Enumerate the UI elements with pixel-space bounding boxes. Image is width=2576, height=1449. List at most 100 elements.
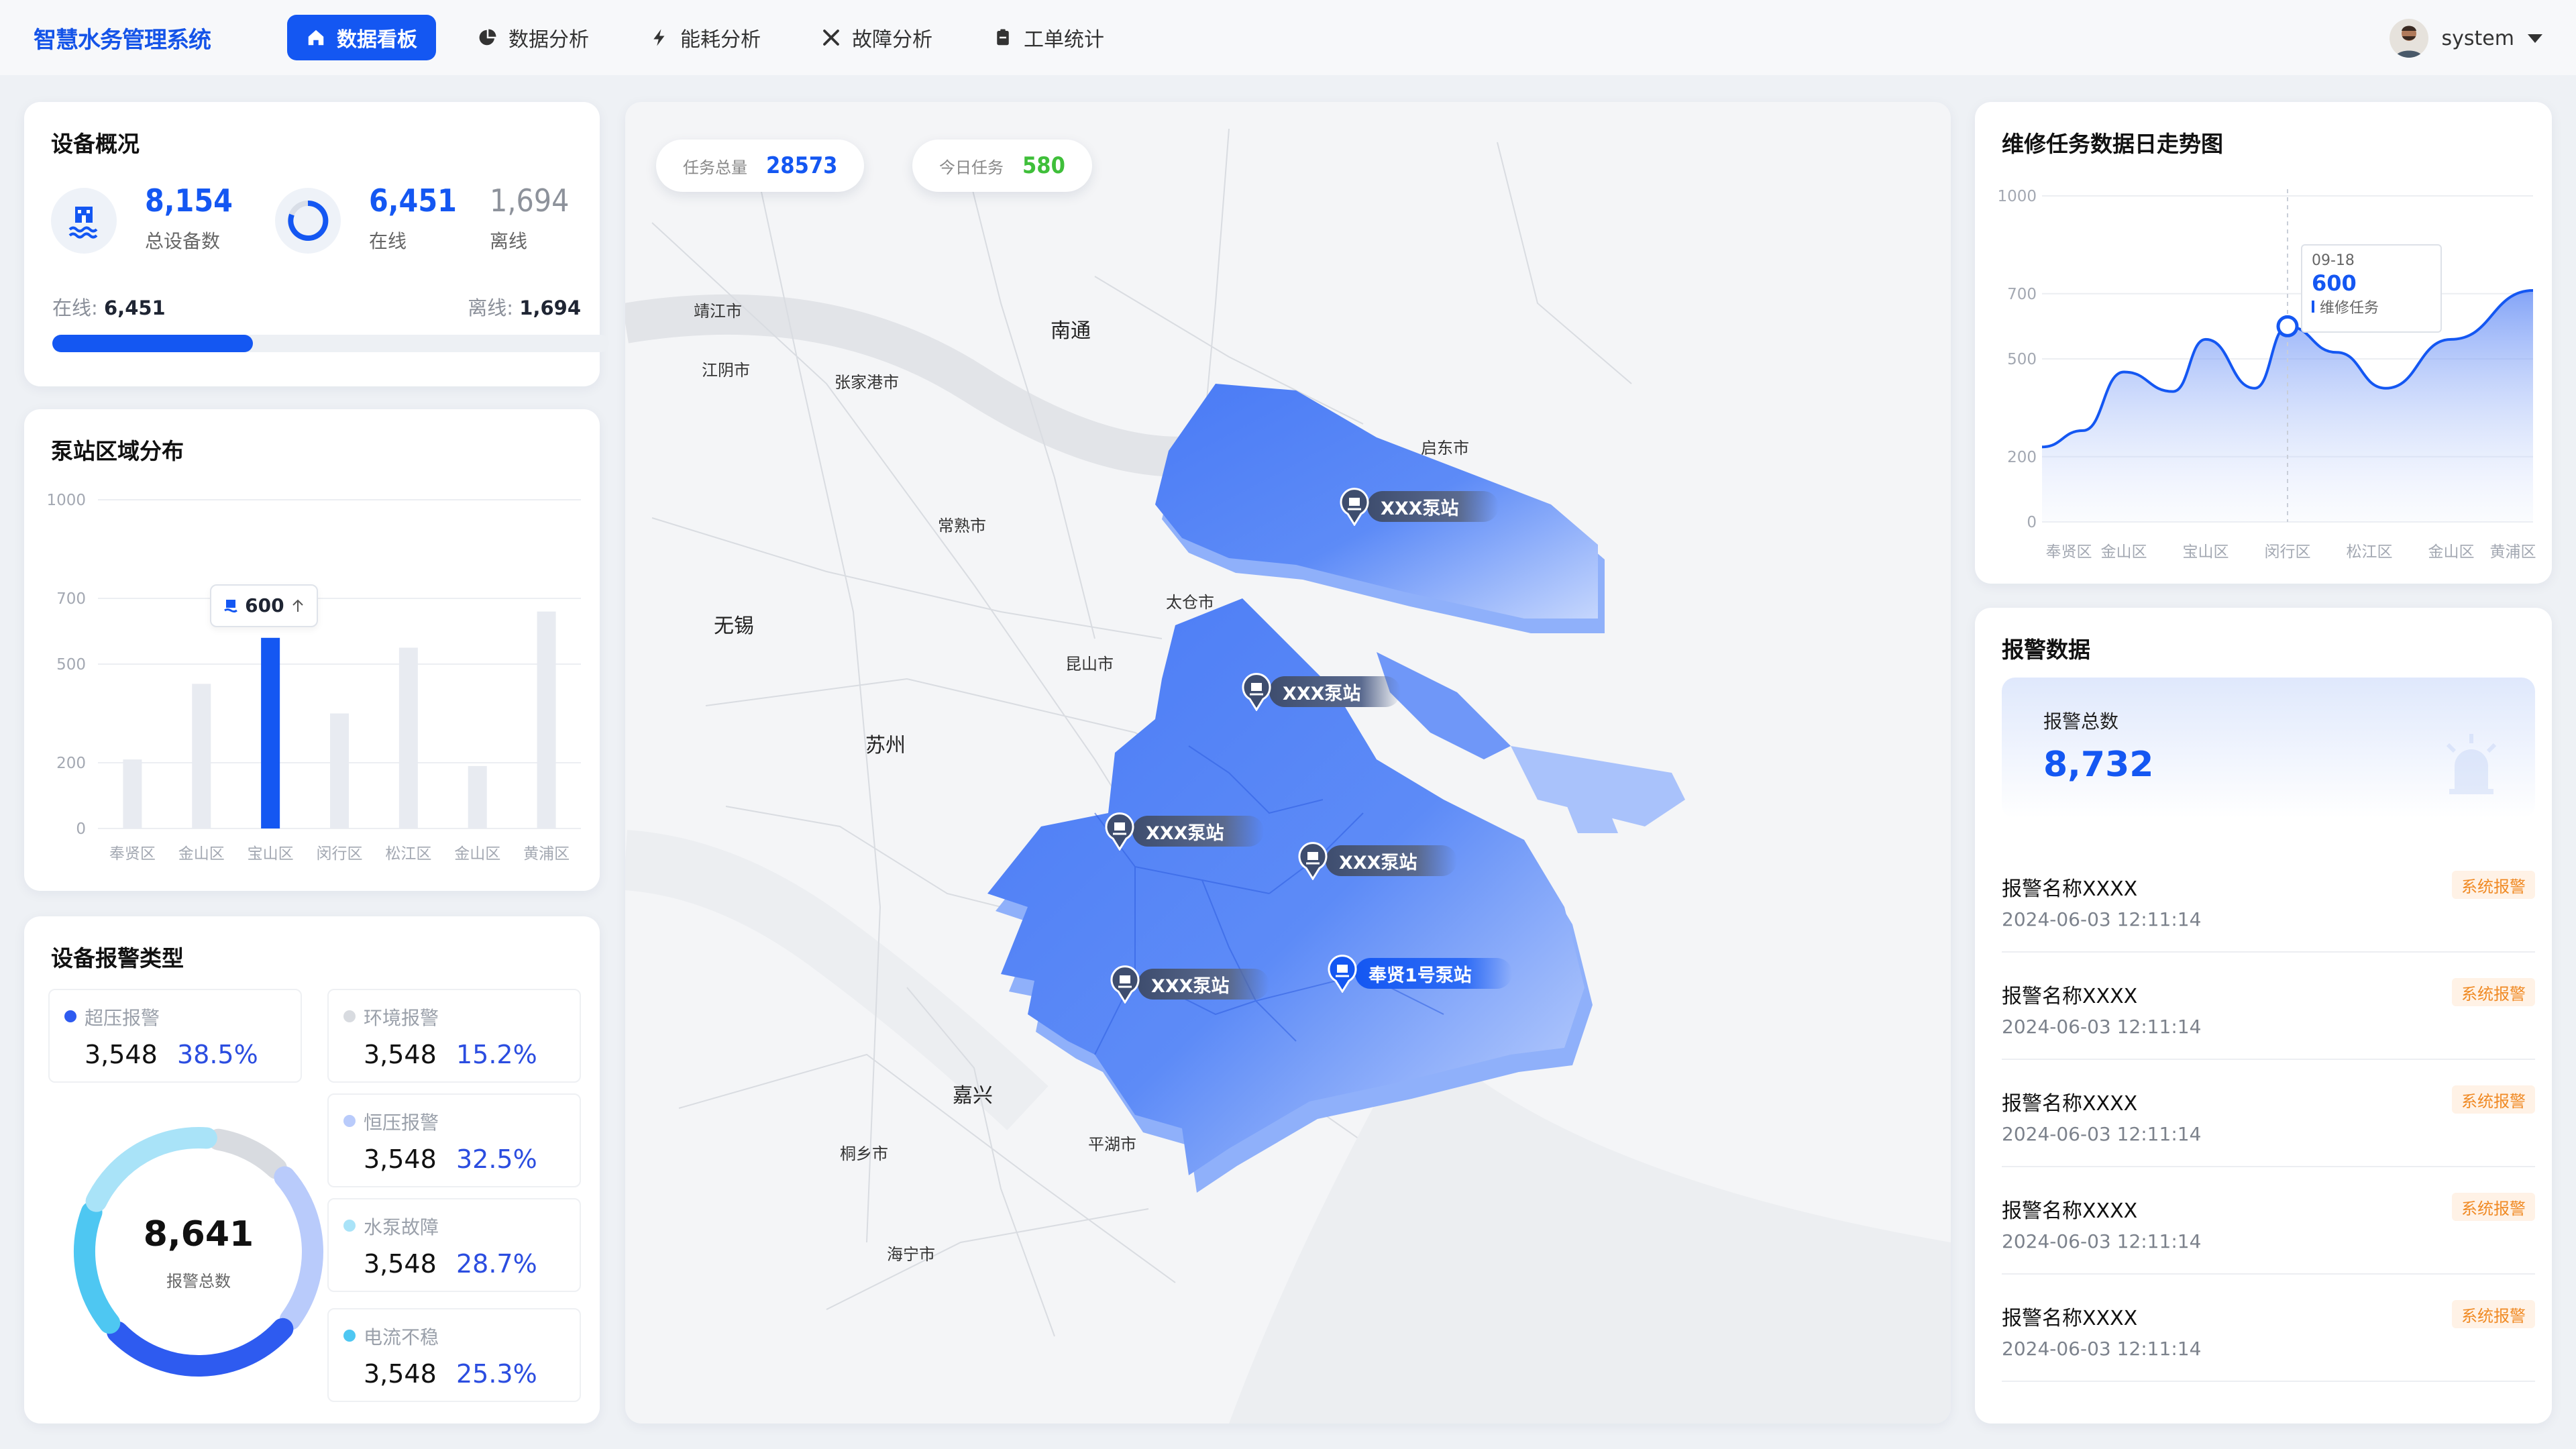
repair-trend-card: 维修任务数据日走势图 0 200 500 700 1000 奉贤区 金山区 宝山区 闵行区 松江区… [1975,102,2552,584]
station-marker[interactable]: XXX泵站 [1338,487,1499,526]
nav-label: 能耗分析 [680,28,761,52]
x-tick-label: 奉贤区 [2046,543,2092,561]
station-name: XXX泵站 [1138,969,1270,1000]
alarm-badge: 系统报警 [2452,1085,2535,1114]
x-tick-label: 奉贤区 [109,845,156,863]
station-marker-selected[interactable]: 奉贤1号泵站 [1326,954,1512,993]
online-ring-icon [275,188,341,254]
x-tick-label: 黄浦区 [523,845,570,863]
alarm-row[interactable]: 报警名称XXXX 2024-06-03 12:11:14 系统报警 [2002,1275,2535,1382]
offline-summary: 离线: 1,694 [468,292,581,321]
alarm-total-panel: 报警总数 8,732 [2002,678,2535,818]
map-roads [625,128,1951,1424]
bar [537,611,556,828]
city-label: 嘉兴 [953,1084,993,1108]
x-tick-label: 金山区 [178,845,225,863]
x-tick-label: 松江区 [2347,543,2393,561]
nav-fault-analysis[interactable]: 故障分析 [802,15,951,60]
total-devices: 8,154 [145,182,233,219]
alarm-type-name: 超压报警 [85,1007,160,1029]
lightning-icon [653,29,665,46]
station-marker[interactable]: XXX泵站 [1296,841,1458,880]
online-summary-value: 6,451 [104,297,166,319]
city-label: 靖江市 [694,302,742,321]
y-tick-label: 1000 [1997,188,2037,205]
offline-label: 离线 [490,230,528,252]
alarm-total-label: 报警总数 [2043,710,2119,733]
alarm-type-pct: 25.3% [456,1359,537,1389]
avatar [2389,19,2428,58]
alarm-row[interactable]: 报警名称XXXX 2024-06-03 12:11:14 系统报警 [2002,1167,2535,1275]
task-total-pill: 任务总量 28573 [656,140,865,192]
bar-tooltip: 600 [210,584,318,627]
today-task-label: 今日任务 [939,158,1004,177]
station-marker[interactable]: XXX泵站 [1108,965,1270,1004]
chevron-down-icon [2528,34,2542,43]
nav-work-orders[interactable]: 工单统计 [974,15,1123,60]
alarm-type-item[interactable]: 恒压报警 3,548 32.5% [327,1093,581,1187]
alarm-badge: 系统报警 [2452,1300,2535,1328]
top-bar: 智慧水务管理系统 数据看板 数据分析 能耗分析 故障分析 工单统计 system [0,0,2576,75]
x-tick-label: 闵行区 [2265,543,2311,561]
station-name: 奉贤1号泵站 [1355,958,1512,989]
tooltip-series-name: 维修任务 [2320,300,2379,317]
offline-summary-value: 1,694 [519,297,581,319]
alarm-type-count: 3,548 [364,1249,437,1279]
station-marker[interactable]: XXX泵站 [1103,812,1265,851]
nav-label: 数据分析 [508,28,589,52]
card-title: 设备报警类型 [51,945,184,971]
x-tick-label: 宝山区 [2183,543,2229,561]
station-name: XXX泵站 [1269,676,1401,707]
map-card[interactable]: 任务总量 28573 今日任务 580 靖江市 南通 江阴市 张家港市 启东市 … [625,102,1951,1424]
x-tick-label: 金山区 [2101,543,2147,561]
alarm-badge: 系统报警 [2452,1193,2535,1221]
today-task-pill: 今日任务 580 [912,140,1092,192]
x-tick-label: 黄浦区 [2490,543,2536,561]
y-tick-label: 1000 [46,492,86,509]
nav-dashboard[interactable]: 数据看板 [287,15,436,60]
alarm-name: 报警名称XXXX [2002,985,2138,1008]
highlight-point [2276,315,2299,337]
alarm-type-card: 设备报警类型 超压报警 3,548 38.5% 环境报警 3,548 15.2%… [24,916,600,1424]
alarm-type-item[interactable]: 水泵故障 3,548 28.7% [327,1198,581,1292]
user-menu[interactable]: system [2389,19,2542,58]
alarm-row[interactable]: 报警名称XXXX 2024-06-03 12:11:14 系统报警 [2002,845,2535,953]
legend-dot [343,1330,356,1342]
station-marker[interactable]: XXX泵站 [1240,672,1401,711]
alarm-name: 报警名称XXXX [2002,1092,2138,1116]
nav-label: 工单统计 [1024,28,1104,52]
legend-dot [343,1115,356,1127]
legend-dot [343,1010,356,1022]
y-tick-label: 200 [2007,449,2037,466]
bar-tooltip-value: 600 [245,594,284,617]
nav-data-analysis[interactable]: 数据分析 [459,15,608,60]
bar [192,684,211,828]
alarm-time: 2024-06-03 12:11:14 [2002,908,2202,930]
shanghai-region[interactable] [987,384,1685,1193]
alarm-type-name: 水泵故障 [364,1216,439,1238]
alarm-type-item[interactable]: 环境报警 3,548 15.2% [327,989,581,1083]
x-tick-label: 闵行区 [317,845,363,863]
offline-devices: 1,694 [490,182,570,219]
donut-slice [85,1127,217,1212]
alarm-type-name: 恒压报警 [364,1112,439,1134]
map-pin-icon [1328,955,1357,993]
overview-card: 设备概况 8,154 总设备数 6,451 在线 1,694 离线 在线: 6,… [24,102,609,386]
online-label: 在线 [369,230,407,252]
alarm-row[interactable]: 报警名称XXXX 2024-06-03 12:11:14 系统报警 [2002,953,2535,1060]
city-label: 南通 [1051,319,1091,343]
x-tick-label: 金山区 [2428,543,2475,561]
alarm-type-pct: 15.2% [456,1040,537,1069]
station-name: XXX泵站 [1367,491,1499,522]
task-total-label: 任务总量 [683,158,747,177]
alarm-row[interactable]: 报警名称XXXX 2024-06-03 12:11:14 系统报警 [2002,1060,2535,1167]
alarm-type-item[interactable]: 电流不稳 3,548 25.3% [327,1308,581,1402]
station-name: XXX泵站 [1326,845,1458,876]
alarm-type-item[interactable]: 超压报警 3,548 38.5% [48,989,302,1083]
bar [330,713,349,828]
line-tooltip: 09-18 600 维修任务 [2301,244,2442,333]
x-tick-label: 宝山区 [248,845,294,863]
arrow-up-icon [292,599,303,612]
legend-dot [343,1220,356,1232]
nav-energy-analysis[interactable]: 能耗分析 [631,15,780,60]
